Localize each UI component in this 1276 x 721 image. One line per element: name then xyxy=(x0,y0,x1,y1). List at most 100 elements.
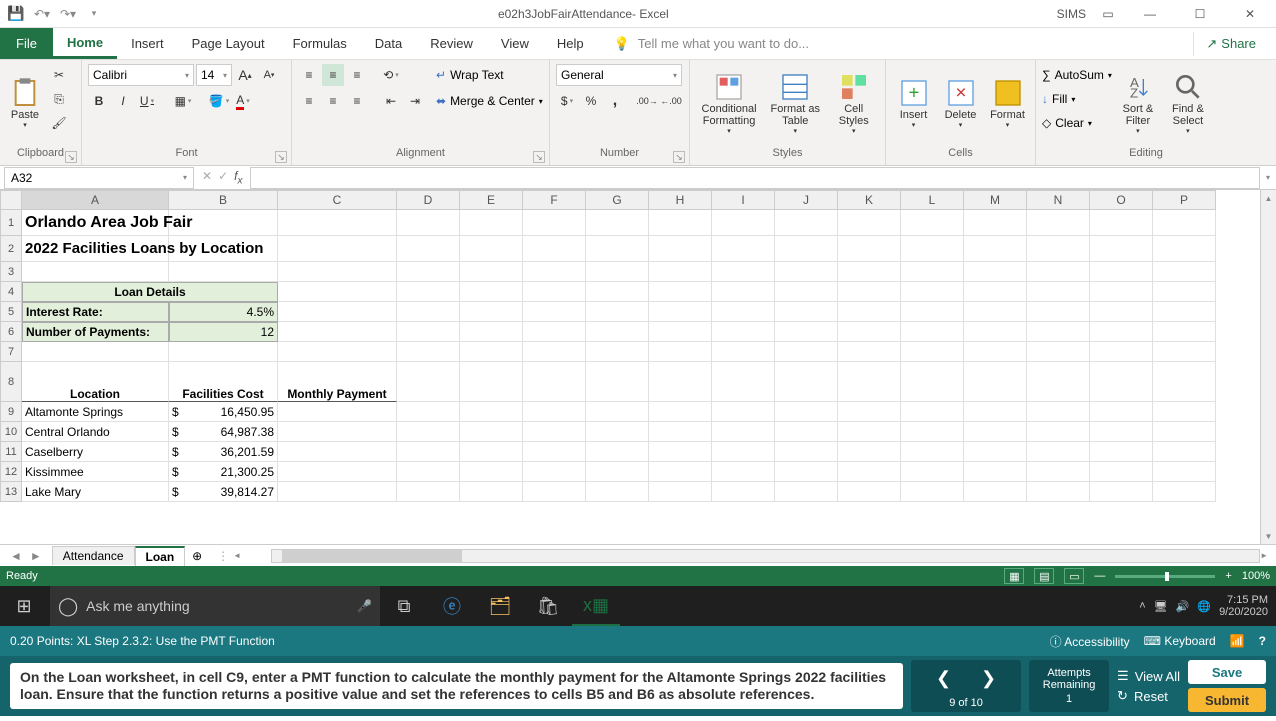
font-size-combo[interactable]: 14▾ xyxy=(196,64,232,86)
cell-F10[interactable] xyxy=(523,422,586,442)
col-header-M[interactable]: M xyxy=(964,190,1027,210)
cell-E8[interactable] xyxy=(460,362,523,402)
row-header-2[interactable]: 2 xyxy=(0,236,22,262)
cell-E5[interactable] xyxy=(460,302,523,322)
cell-B1[interactable] xyxy=(169,210,278,236)
row-header-3[interactable]: 3 xyxy=(0,262,22,282)
cell-J10[interactable] xyxy=(775,422,838,442)
cell-M9[interactable] xyxy=(964,402,1027,422)
cell-B5[interactable]: 4.5% xyxy=(169,302,278,322)
accounting-format-button[interactable]: $ xyxy=(556,90,578,112)
decrease-decimal-button[interactable]: ←.00 xyxy=(660,90,682,112)
cell-C4[interactable] xyxy=(278,282,397,302)
next-step-button[interactable]: ❯ xyxy=(981,668,996,689)
accessibility-link[interactable]: ⓘ Accessibility xyxy=(1050,633,1130,650)
cell-N9[interactable] xyxy=(1027,402,1090,422)
cell-F2[interactable] xyxy=(523,236,586,262)
cell-A1[interactable]: Orlando Area Job Fair xyxy=(22,210,169,236)
cell-G10[interactable] xyxy=(586,422,649,442)
row-header-7[interactable]: 7 xyxy=(0,342,22,362)
font-launcher[interactable]: ↘ xyxy=(275,151,287,163)
cell-N7[interactable] xyxy=(1027,342,1090,362)
cell-C5[interactable] xyxy=(278,302,397,322)
tray-volume-icon[interactable]: 🔊 xyxy=(1176,600,1190,613)
keyboard-link[interactable]: ⌨ Keyboard xyxy=(1144,634,1216,648)
tray-monitor-icon[interactable]: 🖥 xyxy=(1154,600,1168,613)
col-header-K[interactable]: K xyxy=(838,190,901,210)
col-header-E[interactable]: E xyxy=(460,190,523,210)
cell-D3[interactable] xyxy=(397,262,460,282)
cell-L6[interactable] xyxy=(901,322,964,342)
excel-taskbar-icon[interactable]: x▦ xyxy=(572,586,620,626)
hscroll-right[interactable]: ► xyxy=(1260,551,1268,560)
cell-K12[interactable] xyxy=(838,462,901,482)
cell-M11[interactable] xyxy=(964,442,1027,462)
cell-L3[interactable] xyxy=(901,262,964,282)
cell-I1[interactable] xyxy=(712,210,775,236)
cell-F7[interactable] xyxy=(523,342,586,362)
cell-N10[interactable] xyxy=(1027,422,1090,442)
view-page-layout-button[interactable]: ▤ xyxy=(1034,568,1054,584)
hscroll-thumb[interactable] xyxy=(282,550,462,562)
autosum-button[interactable]: ∑AutoSum▾ xyxy=(1042,64,1112,86)
cell-G13[interactable] xyxy=(586,482,649,502)
font-name-combo[interactable]: Calibri▾ xyxy=(88,64,194,86)
close-button[interactable]: ✕ xyxy=(1230,0,1270,28)
clipboard-launcher[interactable]: ↘ xyxy=(65,151,77,163)
cell-K11[interactable] xyxy=(838,442,901,462)
cell-J5[interactable] xyxy=(775,302,838,322)
cell-F3[interactable] xyxy=(523,262,586,282)
orientation-button[interactable]: ⟲ xyxy=(380,64,402,86)
col-header-D[interactable]: D xyxy=(397,190,460,210)
cell-O5[interactable] xyxy=(1090,302,1153,322)
taskbar-search[interactable]: ◯ Ask me anything 🎤 xyxy=(50,586,380,626)
zoom-out-button[interactable]: — xyxy=(1094,570,1105,582)
prev-step-button[interactable]: ❮ xyxy=(936,668,951,689)
conditional-formatting-button[interactable]: Conditional Formatting▾ xyxy=(696,64,762,142)
cell-P10[interactable] xyxy=(1153,422,1216,442)
formula-input[interactable] xyxy=(250,167,1260,189)
cell-H5[interactable] xyxy=(649,302,712,322)
cell-I3[interactable] xyxy=(712,262,775,282)
cell-H6[interactable] xyxy=(649,322,712,342)
cell-D4[interactable] xyxy=(397,282,460,302)
cells-area[interactable]: Orlando Area Job Fair2022 Facilities Loa… xyxy=(22,210,1216,502)
file-tab[interactable]: File xyxy=(0,28,53,59)
minimize-button[interactable]: — xyxy=(1130,0,1170,28)
cell-F12[interactable] xyxy=(523,462,586,482)
cell-K6[interactable] xyxy=(838,322,901,342)
cell-C13[interactable] xyxy=(278,482,397,502)
cell-G7[interactable] xyxy=(586,342,649,362)
cell-C2[interactable] xyxy=(278,236,397,262)
cell-K2[interactable] xyxy=(838,236,901,262)
row-header-1[interactable]: 1 xyxy=(0,210,22,236)
align-center-button[interactable]: ≡ xyxy=(322,90,344,112)
cell-O9[interactable] xyxy=(1090,402,1153,422)
insert-cells-button[interactable]: + Insert▾ xyxy=(892,64,935,142)
cell-M7[interactable] xyxy=(964,342,1027,362)
cell-C1[interactable] xyxy=(278,210,397,236)
cell-E13[interactable] xyxy=(460,482,523,502)
cell-A12[interactable]: Kissimmee xyxy=(22,462,169,482)
sheet-tab-attendance[interactable]: Attendance xyxy=(52,546,135,565)
col-header-N[interactable]: N xyxy=(1027,190,1090,210)
task-view-button[interactable]: ⧉ xyxy=(380,586,428,626)
cell-A5[interactable]: Interest Rate: xyxy=(22,302,169,322)
cell-H7[interactable] xyxy=(649,342,712,362)
cell-D11[interactable] xyxy=(397,442,460,462)
qat-customize[interactable]: ▾ xyxy=(82,2,106,26)
cell-I6[interactable] xyxy=(712,322,775,342)
zoom-in-button[interactable]: + xyxy=(1225,570,1231,582)
cell-B11[interactable]: $36,201.59 xyxy=(169,442,278,462)
cell-G2[interactable] xyxy=(586,236,649,262)
row-header-10[interactable]: 10 xyxy=(0,422,22,442)
cell-F1[interactable] xyxy=(523,210,586,236)
vertical-scrollbar[interactable]: ▲ ▼ xyxy=(1260,190,1276,544)
cell-D13[interactable] xyxy=(397,482,460,502)
cell-H2[interactable] xyxy=(649,236,712,262)
cell-N6[interactable] xyxy=(1027,322,1090,342)
cell-H11[interactable] xyxy=(649,442,712,462)
format-as-table-button[interactable]: Format as Table▾ xyxy=(766,64,824,142)
col-header-C[interactable]: C xyxy=(278,190,397,210)
cell-B3[interactable] xyxy=(169,262,278,282)
